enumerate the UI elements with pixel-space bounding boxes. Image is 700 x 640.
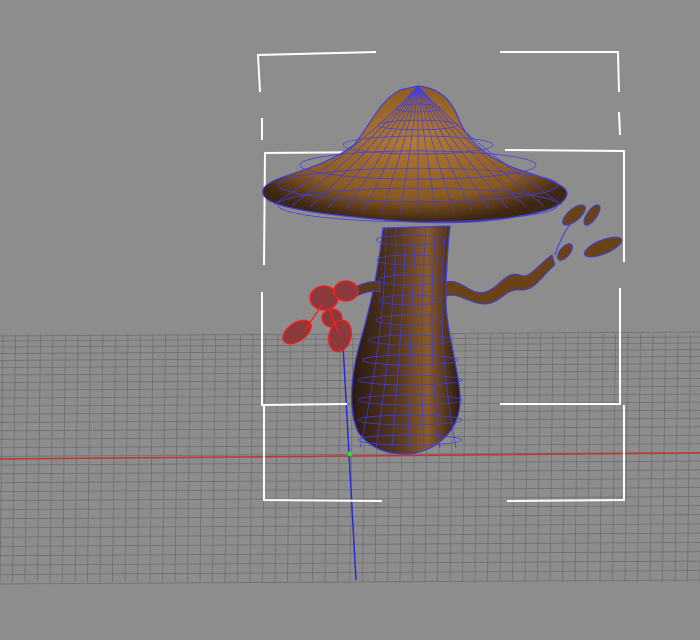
grid-line-vertical xyxy=(512,333,516,583)
mushroom-stem[interactable] xyxy=(351,225,463,455)
grid-line-vertical xyxy=(537,333,541,583)
grid-line-horizontal xyxy=(0,426,700,432)
pivot-point[interactable] xyxy=(347,451,353,457)
grid-line-vertical xyxy=(524,333,529,583)
grid-line-horizontal xyxy=(0,356,700,361)
grid-line-horizontal xyxy=(0,418,700,423)
grid-line-horizontal xyxy=(0,349,700,354)
grid-line-horizontal xyxy=(0,541,700,547)
grid-line-horizontal xyxy=(0,393,700,399)
grid-line-vertical xyxy=(12,333,16,583)
grid-line-horizontal xyxy=(0,532,700,538)
grid-line-vertical xyxy=(487,333,491,583)
grid-line-horizontal xyxy=(0,487,700,492)
grid-line-horizontal xyxy=(0,378,700,383)
grid-line-horizontal xyxy=(0,342,700,348)
mushroom-cap[interactable] xyxy=(262,85,568,224)
grid-line-horizontal xyxy=(0,363,700,368)
grid-line-vertical xyxy=(349,333,354,583)
grid-line-vertical xyxy=(549,333,554,583)
grid-line-vertical xyxy=(499,333,504,583)
grid-line-vertical xyxy=(24,333,29,583)
grid-line-vertical xyxy=(574,333,579,583)
grid-line-horizontal xyxy=(0,514,700,520)
3d-viewport[interactable] xyxy=(0,0,700,640)
grid-line-vertical xyxy=(474,333,479,583)
grid-line-vertical xyxy=(562,333,566,583)
grid-line-vertical xyxy=(462,333,466,583)
viewport-canvas[interactable] xyxy=(0,0,700,640)
grid-line-horizontal xyxy=(0,443,700,449)
grid-line-vertical xyxy=(0,333,4,583)
grid-line-horizontal xyxy=(0,370,700,376)
grid-line-horizontal xyxy=(0,434,700,440)
grid-line-horizontal xyxy=(0,523,700,529)
grid-line-horizontal xyxy=(0,505,700,510)
selected-leaf-sprig[interactable] xyxy=(279,280,359,354)
grid-line-horizontal xyxy=(0,409,700,415)
grid-line-horizontal xyxy=(0,385,700,391)
